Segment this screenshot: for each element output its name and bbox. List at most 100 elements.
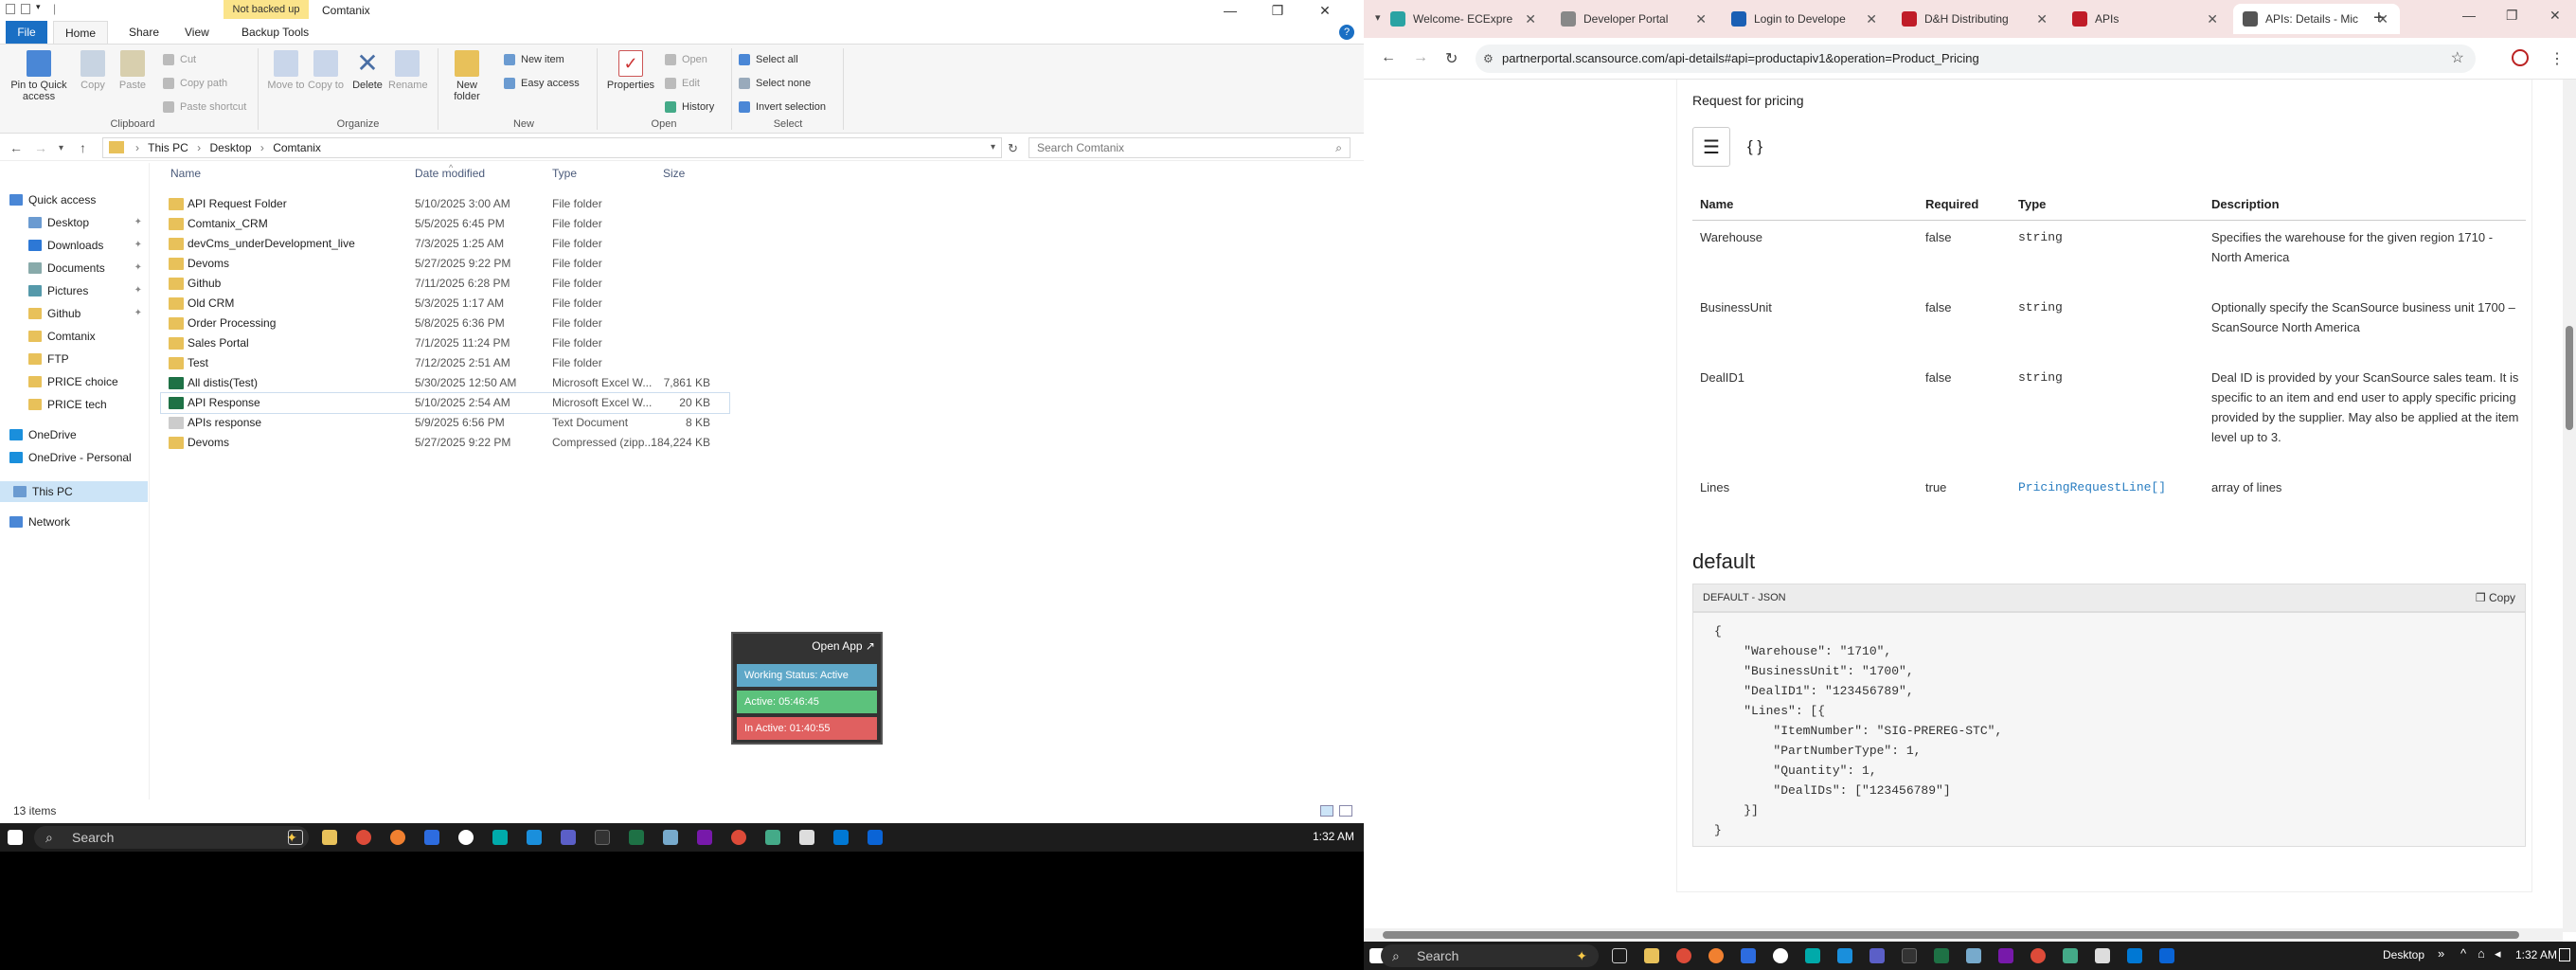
select-all-button[interactable]: Select all [737,52,798,67]
paste-button[interactable]: Paste [114,50,152,91]
zoom-icon[interactable] [424,830,439,845]
outlook-icon[interactable] [2159,948,2174,963]
file-row[interactable]: Github 7/11/2025 6:28 PM File folder [161,274,729,294]
param-type[interactable]: PricingRequestLine[] [2018,477,2198,497]
tab-close-icon[interactable]: ✕ [1525,4,1536,34]
details-view-icon[interactable] [1320,805,1333,817]
search-input[interactable]: Search Comtanix ⌕ [1029,137,1351,158]
tab-close-icon[interactable]: ✕ [1866,4,1877,34]
onenote-icon[interactable] [697,830,712,845]
nav-item[interactable]: FTP [0,349,148,369]
nav-item[interactable]: PRICE tech [0,394,148,415]
restore-icon[interactable]: ❐ [2506,8,2518,24]
nav-item[interactable]: Github ✦ [0,303,148,324]
tab-share[interactable]: Share [117,21,170,44]
pen-app-icon[interactable] [527,830,542,845]
minimize-icon[interactable]: — [2462,8,2476,23]
copy-path-button[interactable]: Copy path [161,76,227,91]
excel-icon[interactable] [1934,948,1949,963]
bookmark-star-icon[interactable]: ☆ [2451,45,2464,73]
browser-tab[interactable]: Login to Develope ✕ [1722,4,1888,34]
firefox-icon[interactable] [1708,948,1724,963]
firefox-icon[interactable] [390,830,405,845]
file-row[interactable]: Devoms 5/27/2025 9:22 PM File folder [161,254,729,274]
nav-item[interactable]: OneDrive [0,424,148,445]
pen-app-icon[interactable] [1837,948,1852,963]
notepad-icon[interactable] [663,830,678,845]
tab-close-icon[interactable]: ✕ [2207,4,2218,34]
forward-arrow-icon[interactable]: → [1413,49,1428,66]
nav-item[interactable]: Desktop ✦ [0,212,148,233]
onenote-icon[interactable] [1998,948,2013,963]
edit-button[interactable]: Edit [663,76,700,91]
nav-item[interactable]: Comtanix [0,326,148,347]
chrome-profile-icon[interactable] [2030,948,2046,963]
nav-item[interactable]: Downloads ✦ [0,235,148,256]
up-arrow-icon[interactable]: ↑ [80,140,86,155]
column-size[interactable]: Size [663,167,685,180]
task-view-icon[interactable] [288,830,303,845]
tab-search-dropdown-icon[interactable]: ▾ [1375,11,1381,24]
file-row[interactable]: API Response 5/10/2025 2:54 AM Microsoft E… [160,392,730,414]
file-row[interactable]: Old CRM 5/3/2025 1:17 AM File folder [161,294,729,314]
back-arrow-icon[interactable]: ← [1381,49,1396,66]
outlook-icon[interactable] [868,830,883,845]
scroll-thumb[interactable] [1383,931,2519,939]
large-icons-view-icon[interactable] [1339,805,1352,817]
vertical-scrollbar[interactable] [2563,80,2576,932]
teams-icon[interactable] [561,830,576,845]
taskbar-clock[interactable]: 1:32 AM [1313,830,1354,843]
column-name[interactable]: Name [170,167,201,180]
new-tab-icon[interactable]: + [2373,8,2385,29]
tab-close-icon[interactable]: ✕ [1695,4,1707,34]
toolbar-expand-icon[interactable]: » [2438,946,2444,961]
notepad-icon[interactable] [1966,948,1981,963]
edge-icon[interactable] [1805,948,1820,963]
qat-dropdown-icon[interactable]: ▾ [36,2,45,12]
paste-shortcut-button[interactable]: Paste shortcut [161,99,246,115]
file-row[interactable]: Test 7/12/2025 2:51 AM File folder [161,353,729,373]
nav-item[interactable]: Network [0,512,148,532]
easy-access-button[interactable]: Easy access [502,76,580,91]
pin-quick-access-button[interactable]: Pin to Quick access [6,50,72,102]
nav-item[interactable]: Pictures ✦ [0,280,148,301]
vscode-icon[interactable] [2127,948,2142,963]
help-icon[interactable]: ? [1339,25,1354,40]
file-row[interactable]: API Request Folder 5/10/2025 3:00 AM File … [161,194,729,214]
browser-tab[interactable]: APIs ✕ [2063,4,2229,34]
open-app-link[interactable]: Open App ↗ [812,639,875,653]
tab-close-icon[interactable]: ✕ [2036,4,2048,34]
minimize-icon[interactable]: — [1208,0,1252,21]
folder-icon[interactable] [6,4,15,14]
column-date-modified[interactable]: Date modified [415,167,485,180]
reload-icon[interactable]: ↻ [1445,49,1458,68]
clock-app-icon[interactable] [1773,948,1788,963]
back-arrow-icon[interactable]: ← [9,140,23,155]
url-bar[interactable]: ⚙ partnerportal.scansource.com/api-detail… [1476,45,2476,73]
nav-item[interactable]: Documents ✦ [0,258,148,278]
terminal-icon[interactable] [1902,948,1917,963]
tab-home[interactable]: Home [53,21,109,44]
move-to-button[interactable]: Move to [267,50,305,91]
zoom-icon[interactable] [1741,948,1756,963]
browser-tab[interactable]: Developer Portal ✕ [1551,4,1718,34]
file-explorer-icon[interactable] [1644,948,1659,963]
network-app-icon[interactable] [2063,948,2078,963]
backup-warning[interactable]: Not backed up [224,0,309,19]
new-folder-button[interactable]: New folder [445,50,489,102]
maximize-icon[interactable]: ❐ [1256,0,1299,21]
select-none-button[interactable]: Select none [737,76,811,91]
app-icon[interactable] [799,830,814,845]
task-view-icon[interactable] [1612,948,1627,963]
close-icon[interactable]: ✕ [2549,8,2561,24]
history-button[interactable]: History [663,99,714,115]
json-view-icon[interactable]: { } [1736,127,1774,167]
copy-button[interactable]: ❐ Copy [2476,584,2515,611]
chrome-profile-icon[interactable] [731,830,746,845]
nav-item[interactable]: PRICE choice [0,371,148,392]
network-icon[interactable]: ⌂ [2478,946,2485,961]
nav-item[interactable]: Quick access [0,189,148,210]
refresh-icon[interactable]: ↻ [1008,141,1018,156]
browser-tab[interactable]: Welcome- ECExpre ✕ [1381,4,1547,34]
invert-selection-button[interactable]: Invert selection [737,99,826,115]
